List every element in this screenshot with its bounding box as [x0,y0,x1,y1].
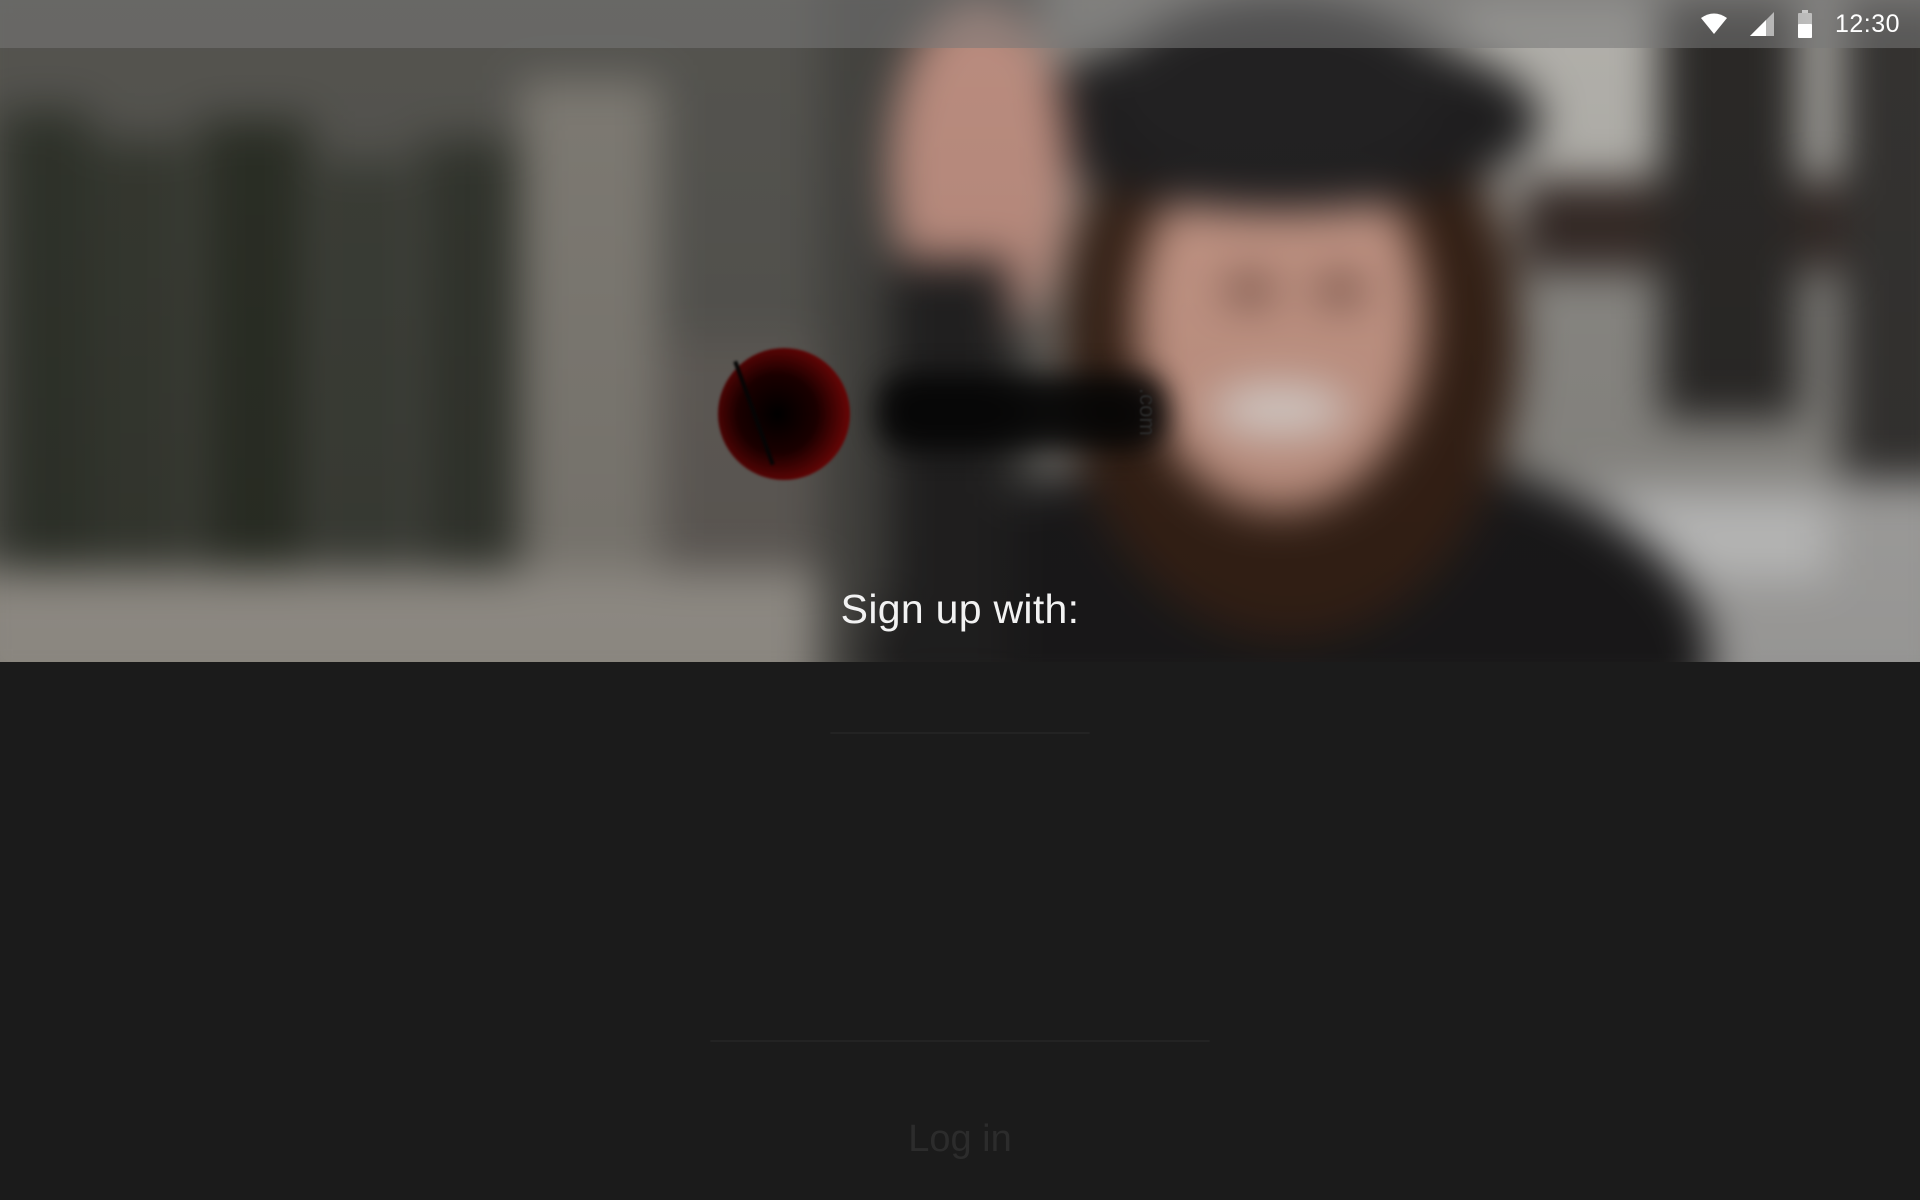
faded-divider [710,1040,1210,1042]
brand-logo-mark [718,348,850,480]
signup-prompt: Sign up with: [840,586,1080,632]
signup-screen: 12:30 .com Sign up with: Log in [0,0,1920,1200]
status-bar: 12:30 [0,0,1920,48]
brand-logo-suffix: .com [1135,388,1160,436]
brand-logo: .com [718,344,1188,484]
wifi-icon [1700,13,1727,35]
hero-shade-overlay [0,0,1920,662]
hero-background-photo [0,0,1920,662]
battery-icon [1797,10,1813,38]
brand-logo-wordmark [878,374,1168,450]
status-time: 12:30 [1834,9,1900,38]
faded-divider [830,732,1090,734]
log-in-link[interactable]: Log in [0,1118,1920,1161]
cellular-signal-icon [1749,11,1775,37]
